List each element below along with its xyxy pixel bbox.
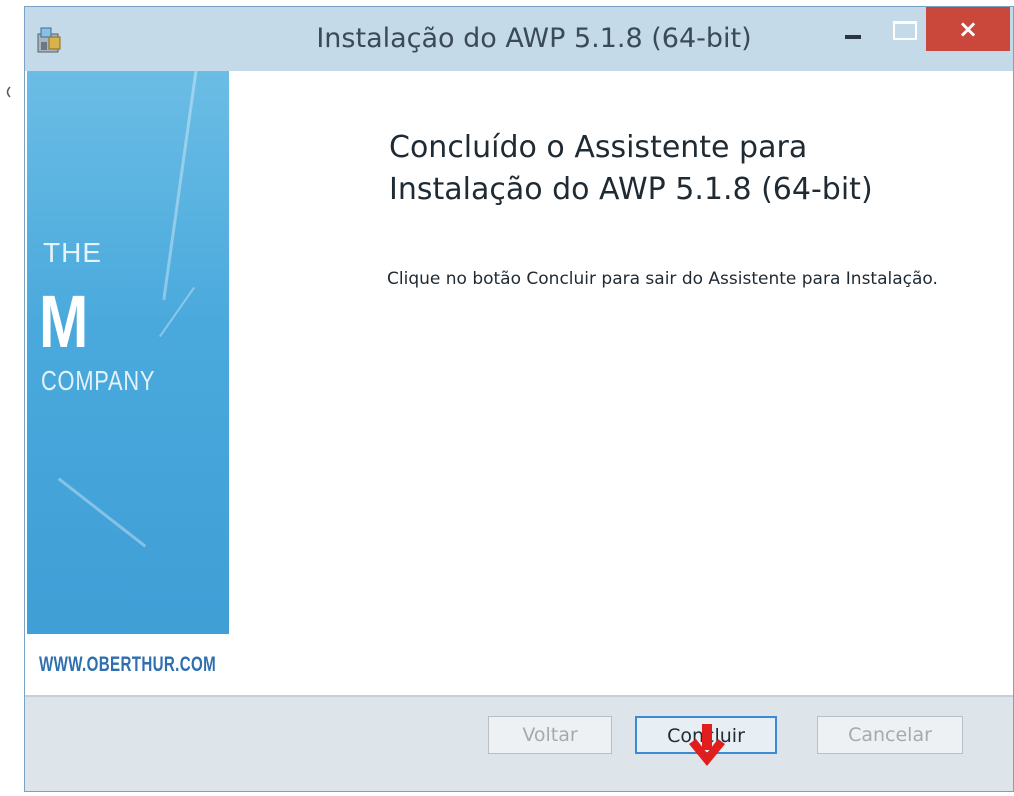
banner-decoration [162,71,199,301]
installer-window: Instalação do AWP 5.1.8 (64-bit) × THE M… [24,6,1014,792]
brand-m: M [39,280,89,363]
side-banner: THE M COMPANY [27,71,229,634]
minimize-button[interactable] [831,9,877,49]
back-button[interactable]: Voltar [488,716,612,754]
footer-divider [25,695,1013,697]
close-button[interactable]: × [926,7,1010,51]
maximize-icon [893,21,917,40]
page-heading: Concluído o Assistente para Instalação d… [389,130,873,207]
edge-mark-icon [6,86,11,98]
brand-company: COMPANY [41,365,156,396]
wizard-content: THE M COMPANY WWW.OBERTHUR.COM Concluído… [25,71,1013,695]
website-label: WWW.OBERTHUR.COM [39,653,217,676]
cancel-button[interactable]: Cancelar [817,716,963,754]
maximize-button[interactable] [883,9,923,49]
title-bar[interactable]: Instalação do AWP 5.1.8 (64-bit) × [25,7,1013,71]
page-description: Clique no botão Concluir para sair do As… [387,269,938,289]
minimize-icon [845,35,861,39]
red-arrow-icon [689,724,725,766]
close-icon: × [957,15,979,43]
banner-decoration [57,477,147,548]
brand-the: THE [43,237,102,268]
